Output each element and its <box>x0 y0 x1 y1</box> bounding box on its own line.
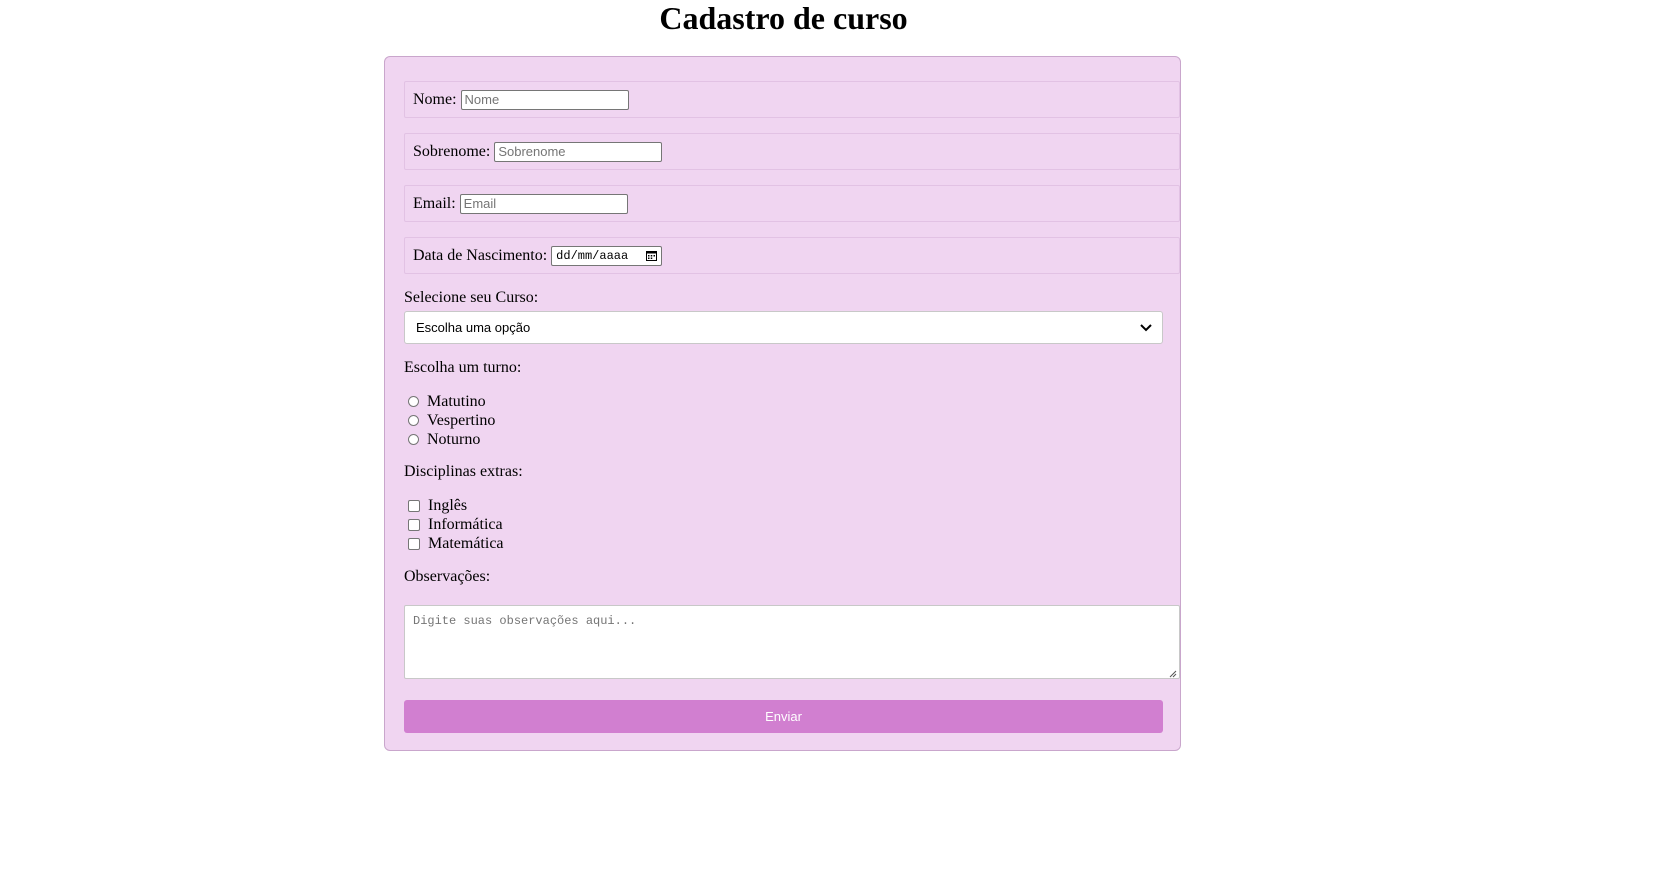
disciplina-option-label: Inglês <box>428 496 468 514</box>
email-input[interactable] <box>459 193 628 214</box>
nascimento-fieldset: Data de Nascimento: dd/mm/aaaa <box>404 237 1180 274</box>
disciplina-option-label: Matemática <box>428 534 504 552</box>
turno-option-matutino[interactable]: Matutino <box>408 392 486 411</box>
birthdate-placeholder: dd/mm/aaaa <box>556 248 629 263</box>
curso-label: Selecione seu Curso: <box>404 289 539 306</box>
turno-option-noturno[interactable]: Noturno <box>408 430 480 449</box>
radio-button[interactable] <box>408 415 419 426</box>
disciplina-option-matematica[interactable]: Matemática <box>408 534 504 553</box>
radio-button[interactable] <box>408 396 419 407</box>
turno-option-label: Vespertino <box>427 411 496 429</box>
observacoes-label: Observações: <box>404 568 491 585</box>
nome-label: Nome: <box>413 90 457 108</box>
resize-grip-icon[interactable] <box>1169 668 1177 678</box>
chevron-down-icon <box>1140 320 1152 335</box>
email-label: Email: <box>413 194 456 212</box>
nome-input[interactable] <box>460 89 629 110</box>
sobrenome-label: Sobrenome: <box>413 142 491 160</box>
observacoes-placeholder: Digite suas observações aqui... <box>413 614 637 628</box>
observacoes-textarea[interactable]: Digite suas observações aqui... <box>404 605 1180 679</box>
disciplina-option-ingles[interactable]: Inglês <box>408 496 467 515</box>
curso-select-value: Escolha uma opção <box>416 320 531 335</box>
disciplinas-label: Disciplinas extras: <box>404 463 523 480</box>
disciplina-option-label: Informática <box>428 515 503 533</box>
checkbox[interactable] <box>408 537 420 550</box>
course-registration-form: Nome: Sobrenome: Email: Data de Nascimen… <box>384 56 1181 751</box>
birthdate-input[interactable]: dd/mm/aaaa <box>551 245 663 266</box>
turno-label: Escolha um turno: <box>404 359 522 376</box>
turno-option-label: Matutino <box>427 392 486 410</box>
radio-button[interactable] <box>408 434 419 445</box>
nascimento-label: Data de Nascimento: <box>413 246 548 264</box>
sobrenome-input[interactable] <box>494 141 663 162</box>
curso-select[interactable]: Escolha uma opção <box>404 311 1163 344</box>
page-title: Cadastro de curso <box>659 0 908 36</box>
email-fieldset: Email: <box>404 185 1180 222</box>
submit-button[interactable]: Enviar <box>404 700 1163 733</box>
sobrenome-fieldset: Sobrenome: <box>404 133 1180 170</box>
turno-option-vespertino[interactable]: Vespertino <box>408 411 495 430</box>
disciplina-option-informatica[interactable]: Informática <box>408 515 503 534</box>
calendar-icon[interactable] <box>646 250 658 261</box>
nome-fieldset: Nome: <box>404 81 1180 118</box>
checkbox[interactable] <box>408 518 420 531</box>
checkbox[interactable] <box>408 499 420 512</box>
turno-option-label: Noturno <box>427 430 481 448</box>
